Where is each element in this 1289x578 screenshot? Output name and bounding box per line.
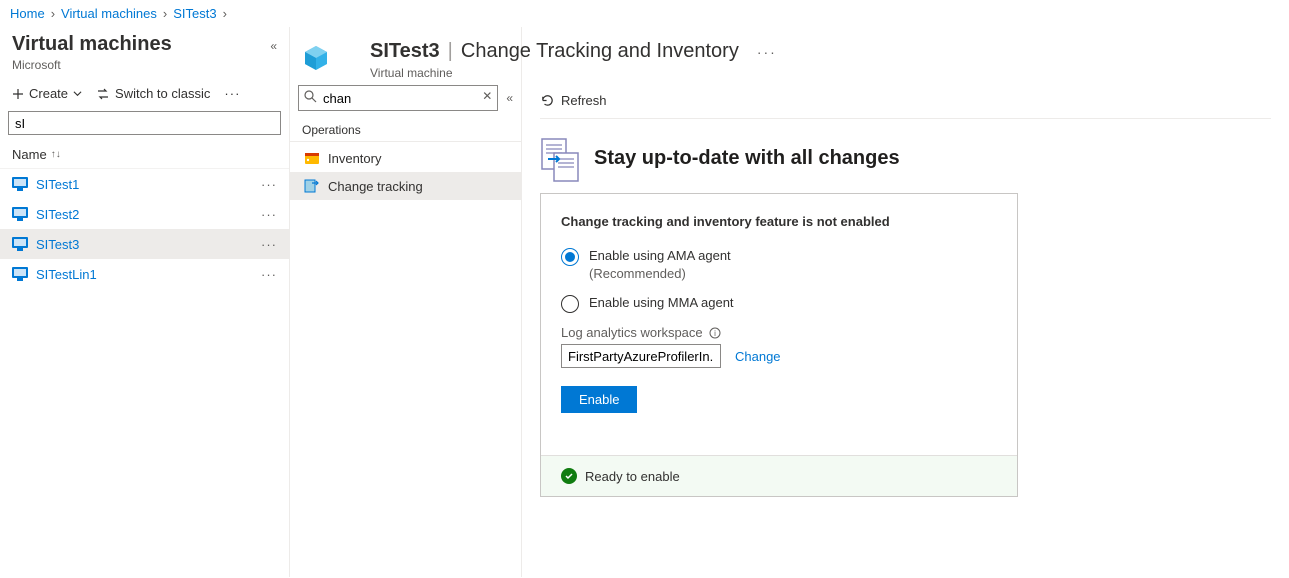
more-actions-button[interactable]: ··· [224,86,240,101]
swap-icon [96,88,110,100]
vm-icon [12,237,28,251]
breadcrumb-item[interactable]: SITest3 [173,6,216,21]
hero-title: Stay up-to-date with all changes [594,147,900,170]
inventory-icon [304,150,320,166]
pane-subtitle: Microsoft [12,58,270,72]
vm-icon [12,267,28,281]
vm-toolbar: Create Switch to classic ··· [0,80,289,111]
refresh-button[interactable]: Refresh [540,93,607,108]
chevron-right-icon: › [163,6,167,21]
vm-icon [12,207,28,221]
vm-filter-input[interactable] [8,111,281,135]
refresh-icon [540,93,555,108]
breadcrumb-item[interactable]: Virtual machines [61,6,157,21]
plus-icon [12,88,24,100]
column-header-name[interactable]: Name ↑↓ [0,141,289,169]
enable-button[interactable]: Enable [561,386,637,413]
workspace-field-label: Log analytics workspace i [561,325,997,340]
pane-title: Virtual machines [12,33,270,56]
collapse-menu-button[interactable]: « [506,91,513,105]
menu-group-header: Operations [290,119,521,142]
card-title: Change tracking and inventory feature is… [561,214,997,229]
page-title: Change Tracking and Inventory [461,40,739,63]
sort-asc-icon: ↑↓ [51,149,61,160]
radio-mma-agent[interactable]: Enable using MMA agent [561,294,997,313]
status-text: Ready to enable [585,469,680,484]
svg-text:i: i [714,329,716,338]
change-tracking-icon [304,178,320,194]
content-pane: Refresh Stay up-to-date with all changes… [522,27,1289,577]
radio-icon [561,295,579,313]
change-workspace-link[interactable]: Change [735,349,781,364]
resource-name: SITest3 [370,40,440,63]
info-icon[interactable]: i [709,327,721,339]
radio-icon [561,248,579,266]
row-more-button[interactable]: ··· [261,207,277,222]
vm-icon [12,177,28,191]
status-bar: Ready to enable [541,455,1017,496]
resource-menu-pane: ✕ « Operations Inventory Change tracking [290,27,522,577]
check-circle-icon [561,468,577,484]
workspace-input[interactable] [561,344,721,368]
row-more-button[interactable]: ··· [261,267,277,282]
radio-ama-agent[interactable]: Enable using AMA agent (Recommended) [561,247,997,282]
row-more-button[interactable]: ··· [261,237,277,252]
change-tracking-hero-icon [540,137,576,179]
chevron-right-icon: › [51,6,55,21]
clear-search-button[interactable]: ✕ [482,89,492,103]
vm-list-item[interactable]: SITest3 ··· [0,229,289,259]
vm-list-item[interactable]: SITest1 ··· [0,169,289,199]
vm-list-item[interactable]: SITest2 ··· [0,199,289,229]
command-bar: Refresh [540,79,1271,119]
chevron-right-icon: › [223,6,227,21]
switch-to-classic-button[interactable]: Switch to classic [96,86,210,101]
chevron-down-icon [73,89,82,98]
search-icon [304,90,317,103]
menu-search-input[interactable] [298,85,498,111]
menu-item-inventory[interactable]: Inventory [290,144,521,172]
collapse-pane-button[interactable]: « [270,33,277,53]
menu-item-change-tracking[interactable]: Change tracking [290,172,521,200]
row-more-button[interactable]: ··· [261,177,277,192]
enable-card: Change tracking and inventory feature is… [540,193,1018,497]
vm-resource-icon [302,44,330,72]
breadcrumb: Home › Virtual machines › SITest3 › [0,0,1289,27]
breadcrumb-item[interactable]: Home [10,6,45,21]
resource-type-label: Virtual machine [370,66,453,80]
resource-more-button[interactable]: ··· [757,44,777,60]
vm-list-pane: Virtual machines Microsoft « Create Swit… [0,27,290,577]
vm-list-item[interactable]: SITestLin1 ··· [0,259,289,289]
create-button[interactable]: Create [12,86,82,101]
